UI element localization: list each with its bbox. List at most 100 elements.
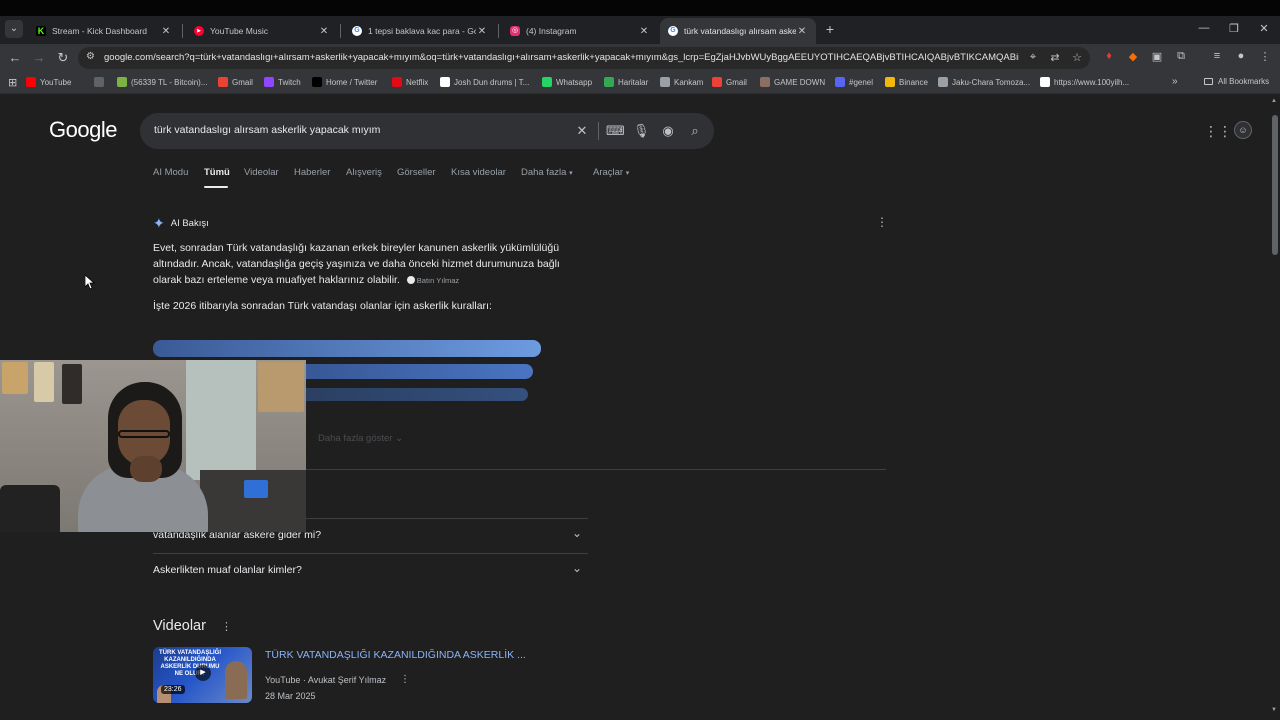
tab-label: türk vatandaslıgı alırsam askerli — [684, 26, 796, 36]
bookmark-item[interactable]: Gmail — [712, 77, 747, 87]
video-duration: 23:26 — [161, 685, 185, 694]
restore-icon[interactable]: ❐ — [1227, 22, 1241, 35]
bookmark-item[interactable]: Netflix — [392, 77, 428, 87]
bookmark-label: Netflix — [406, 77, 429, 87]
webcam-door — [186, 360, 256, 480]
location-icon[interactable]: ⌖ — [1026, 51, 1040, 64]
media-control-icon[interactable]: ≡ — [1210, 50, 1224, 62]
tab-search-icon[interactable]: ⌄ — [5, 20, 23, 38]
tab-separator — [182, 24, 183, 38]
account-avatar[interactable]: ☺ — [1234, 121, 1252, 139]
bookmark-favicon-icon — [94, 77, 104, 87]
microphone-icon[interactable]: 🎙 — [633, 123, 650, 139]
page-scrollbar[interactable]: ▲ ▼ — [1270, 95, 1280, 720]
more-options-icon[interactable]: ⋮ — [400, 674, 410, 685]
bookmark-item[interactable]: https://www.100yilh... — [1040, 77, 1129, 87]
webcam-person-hand — [130, 456, 162, 482]
bookmark-item[interactable]: Jaku-Chara Tomoza... — [938, 77, 1030, 87]
extensions-puzzle-icon[interactable]: ⧉ — [1174, 50, 1188, 63]
bookmark-favicon-icon — [440, 77, 450, 87]
address-url[interactable]: google.com/search?q=türk+vatandaslıgı+al… — [104, 52, 1019, 63]
extension-icon[interactable]: ♦ — [1102, 50, 1116, 62]
tab-more-label: Daha fazla — [521, 167, 567, 178]
tab-images[interactable]: Görseller — [397, 167, 436, 178]
bookmark-item[interactable]: YouTube — [26, 77, 71, 87]
bookmark-item[interactable]: Kankam — [660, 77, 703, 87]
tab-youtube-music[interactable]: ▶ YouTube Music ✕ — [186, 18, 338, 44]
top-strip — [0, 0, 1280, 16]
lens-icon[interactable]: ◉ — [660, 123, 676, 139]
bookmark-item[interactable]: #genel — [835, 77, 873, 87]
tab-news[interactable]: Haberler — [294, 167, 330, 178]
tab-ai-mode[interactable]: AI Modu — [153, 167, 188, 178]
scrollbar-thumb[interactable] — [1272, 115, 1278, 255]
close-icon[interactable]: ✕ — [160, 26, 172, 37]
bookmark-star-icon[interactable]: ☆ — [1070, 51, 1084, 64]
close-icon[interactable]: ✕ — [796, 26, 808, 37]
bookmark-favicon-icon — [660, 77, 670, 87]
video-date: 28 Mar 2025 — [265, 691, 316, 701]
related-question[interactable]: Askerlikten muaf olanlar kimler? ⌄ — [153, 553, 588, 587]
chevron-down-icon: ⌄ — [395, 433, 404, 444]
tab-all[interactable]: Tümü — [204, 167, 230, 178]
play-icon[interactable]: ▶ — [195, 665, 211, 681]
site-settings-icon[interactable]: ⚙ — [86, 51, 95, 62]
profile-icon[interactable]: ● — [1234, 50, 1248, 62]
clear-icon[interactable]: ✕ — [574, 123, 590, 139]
minimize-icon[interactable]: — — [1197, 22, 1211, 34]
all-bookmarks-button[interactable]: All Bookmarks — [1204, 77, 1269, 86]
bookmark-item[interactable]: Gmail — [218, 77, 253, 87]
bookmark-item[interactable]: Binance — [885, 77, 928, 87]
tab-instagram[interactable]: ◎ (4) Instagram ✕ — [502, 18, 658, 44]
related-question-text: Askerlikten muaf olanlar kimler? — [153, 564, 302, 576]
bookmark-favicon-icon — [885, 77, 895, 87]
bookmark-item[interactable]: Home / Twitter — [312, 77, 377, 87]
more-bookmarks-icon[interactable]: » — [1172, 76, 1178, 87]
keyboard-icon[interactable]: ⌨ — [606, 123, 625, 139]
bookmark-item[interactable]: Twitch — [264, 77, 301, 87]
bookmark-item[interactable]: Whatsapp — [542, 77, 592, 87]
video-title-link[interactable]: TÜRK VATANDAŞLIĞI KAZANILDIĞINDA ASKERLİ… — [265, 649, 526, 661]
search-icon[interactable]: ⌕ — [687, 123, 703, 139]
tab-shopping[interactable]: Alışveriş — [346, 167, 382, 178]
close-icon[interactable]: ✕ — [476, 26, 488, 37]
apps-grid-icon[interactable]: ⊞ — [8, 76, 17, 89]
extension-icon[interactable]: ▣ — [1150, 50, 1164, 63]
window-close-icon[interactable]: ✕ — [1257, 22, 1271, 35]
new-tab-button[interactable]: + — [822, 20, 838, 38]
bookmark-item[interactable]: Haritalar — [604, 77, 648, 87]
tab-more[interactable]: Daha fazla ▾ — [521, 167, 573, 178]
tab-tools[interactable]: Araçlar ▾ — [593, 167, 629, 178]
search-box[interactable]: türk vatandaslıgı alırsam askerlik yapac… — [140, 113, 714, 149]
forward-icon[interactable]: → — [31, 50, 47, 66]
tab-kick[interactable]: K Stream - Kick Dashboard ✕ — [28, 18, 180, 44]
scroll-down-icon[interactable]: ▼ — [1271, 707, 1277, 713]
video-thumbnail[interactable]: TÜRK VATANDAŞLIĞI KAZANILDIĞINDA ASKERLİ… — [153, 647, 252, 703]
tab-short-videos[interactable]: Kısa videolar — [451, 167, 506, 178]
translate-icon[interactable]: ⇄ — [1048, 51, 1062, 64]
close-icon[interactable]: ✕ — [318, 26, 330, 37]
reload-icon[interactable]: ↻ — [55, 50, 71, 66]
bookmark-label: (56339 TL - Bitcoin)... — [131, 77, 208, 87]
more-options-icon[interactable]: ⋮ — [221, 620, 232, 633]
tab-google-baklava[interactable]: G 1 tepsi baklava kac para - Goog ✕ — [344, 18, 496, 44]
tab-videos[interactable]: Videolar — [244, 167, 279, 178]
thumbnail-person — [225, 661, 247, 699]
tab-google-active[interactable]: G türk vatandaslıgı alırsam askerli ✕ — [660, 18, 816, 44]
browser-menu-icon[interactable]: ⋮ — [1258, 50, 1272, 63]
search-input[interactable]: türk vatandaslıgı alırsam askerlik yapac… — [154, 124, 380, 136]
more-options-icon[interactable]: ⋮ — [876, 215, 888, 229]
address-bar[interactable]: ⚙ google.com/search?q=türk+vatandaslıgı+… — [78, 47, 1090, 69]
ai-overview-text: Evet, sonradan Türk vatandaşlığı kazanan… — [153, 240, 573, 289]
show-more-button[interactable]: Daha fazla göster ⌄ — [318, 433, 403, 444]
bookmark-item[interactable]: (56339 TL - Bitcoin)... — [117, 77, 207, 87]
bookmark-item[interactable] — [94, 77, 108, 87]
scroll-up-icon[interactable]: ▲ — [1271, 98, 1277, 104]
back-icon[interactable]: ← — [7, 50, 23, 66]
bookmark-item[interactable]: GAME DOWN — [760, 77, 825, 87]
citation-chip[interactable]: Batın Yılmaz — [406, 276, 459, 285]
bookmark-item[interactable]: Josh Dun drums | T... — [440, 77, 529, 87]
google-logo[interactable]: Google — [49, 117, 117, 143]
close-icon[interactable]: ✕ — [638, 26, 650, 37]
extension-icon[interactable]: ◆ — [1126, 50, 1140, 63]
